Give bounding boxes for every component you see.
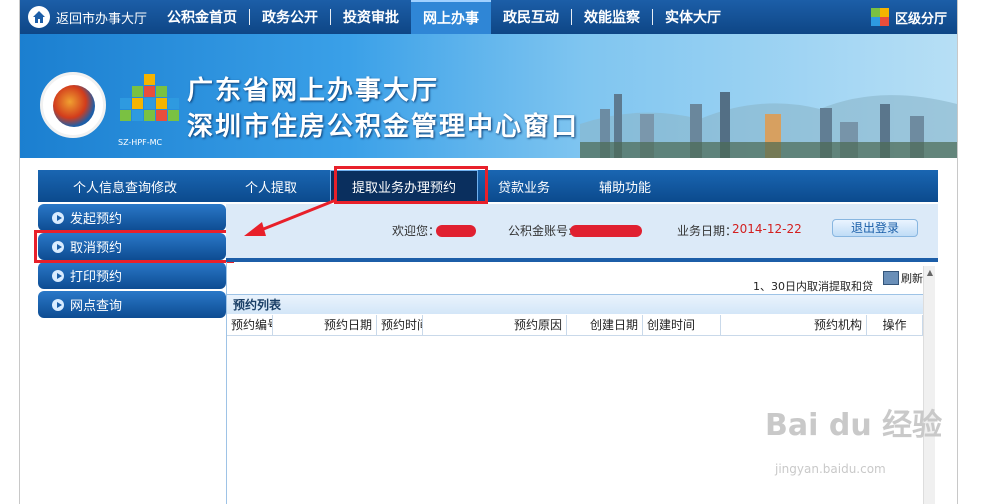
logout-button[interactable]: 退出登录 [832, 219, 918, 237]
column-header: 操作 [867, 315, 923, 335]
column-header: 创建时间 [643, 315, 721, 335]
column-header: 预约时间 [377, 315, 423, 335]
service-tabs: 个人信息查询修改 个人提取 提取业务办理预约 贷款业务 辅助功能 [38, 170, 938, 202]
nav-efficiency-monitor[interactable]: 效能监察 [572, 0, 652, 34]
column-header: 预约日期 [273, 315, 377, 335]
page-border-right [957, 0, 958, 504]
business-date-label: 业务日期： [677, 224, 738, 238]
refresh-button[interactable]: 刷新 [883, 270, 923, 286]
home-label: 返回市办事大厅 [56, 11, 148, 27]
business-date-value: 2014-12-22 [732, 222, 802, 236]
home-icon [28, 6, 50, 28]
header-banner: SZ-HPF-MC 广东省网上办事大厅 深圳市住房公积金管理中心窗口 [20, 34, 957, 158]
annotation-arrow-icon [244, 198, 337, 236]
nav-investment-approval[interactable]: 投资审批 [331, 0, 411, 34]
notice-text: 1、30日内取消提取和贷 [753, 280, 873, 293]
arrow-bullet-icon [52, 269, 64, 282]
sidebar-item-create-appointment[interactable]: 发起预约 [38, 204, 226, 231]
watermark: Bai du 经验 [765, 408, 943, 443]
sidebar-item-label: 网点查询 [70, 299, 123, 314]
logo-caption: SZ-HPF-MC [118, 138, 163, 147]
banner-title-line1: 广东省网上办事大厅 [187, 76, 440, 106]
nav-public-interaction[interactable]: 政民互动 [491, 0, 571, 34]
tab-loan-business[interactable]: 贷款业务 [478, 170, 570, 202]
page: 返回市办事大厅 公积金首页 政务公开 投资审批 网上办事 政民互动 效能监察 实… [0, 0, 1000, 504]
tab-personal-info[interactable]: 个人信息查询修改 [38, 170, 212, 202]
housing-fund-logo [120, 74, 180, 136]
arrow-bullet-icon [52, 298, 64, 311]
region-icon [870, 8, 889, 26]
nav-separator [571, 9, 573, 25]
region-label: 区级分厅 [894, 11, 947, 27]
column-header: 创建日期 [567, 315, 643, 335]
nav-physical-hall[interactable]: 实体大厅 [653, 0, 733, 34]
sidebar-item-print-appointment[interactable]: 打印预约 [38, 262, 226, 289]
refresh-label: 刷新 [901, 272, 923, 285]
watermark-url: jingyan.baidu.com [775, 462, 886, 476]
appointment-list-title: 预约列表 [227, 294, 923, 314]
banner-title-line2: 深圳市住房公积金管理中心窗口 [187, 112, 580, 142]
guangdong-logo [40, 72, 106, 138]
scroll-up-icon[interactable]: ▲ [924, 266, 936, 278]
column-header: 预约编号 [227, 315, 273, 335]
redacted-username [436, 225, 476, 237]
account-label: 公积金账号: [508, 224, 573, 238]
top-navigation-bar: 返回市办事大厅 公积金首页 政务公开 投资审批 网上办事 政民互动 效能监察 实… [20, 0, 957, 34]
annotation-highlight-tab [334, 166, 488, 204]
nav-government-affairs[interactable]: 政务公开 [250, 0, 330, 34]
nav-separator [249, 9, 251, 25]
refresh-icon [883, 271, 899, 285]
sidebar-item-label: 打印预约 [70, 270, 123, 285]
arrow-bullet-icon [52, 211, 64, 224]
nav-online-services[interactable]: 网上办事 [411, 0, 492, 34]
home-link[interactable]: 返回市办事大厅 [20, 0, 155, 34]
nav-home[interactable]: 公积金首页 [155, 0, 249, 34]
sidebar-item-branch-query[interactable]: 网点查询 [38, 291, 226, 318]
welcome-label: 欢迎您： [392, 224, 441, 238]
annotation-highlight-sidebar [34, 230, 234, 263]
sidebar-item-label: 发起预约 [70, 212, 123, 227]
redacted-account-number [570, 225, 642, 237]
column-header: 预约机构 [721, 315, 867, 335]
appointment-table-header: 预约编号 预约日期 预约时间 预约原因 创建日期 创建时间 预约机构 操作 [227, 315, 923, 336]
column-header: 预约原因 [423, 315, 567, 335]
nav-separator [652, 9, 654, 25]
tab-auxiliary-functions[interactable]: 辅助功能 [570, 170, 680, 202]
nav-separator [330, 9, 332, 25]
city-skyline-image [580, 92, 957, 158]
region-link[interactable]: 区级分厅 [870, 8, 957, 27]
vertical-scrollbar[interactable]: ▲ [923, 266, 935, 504]
